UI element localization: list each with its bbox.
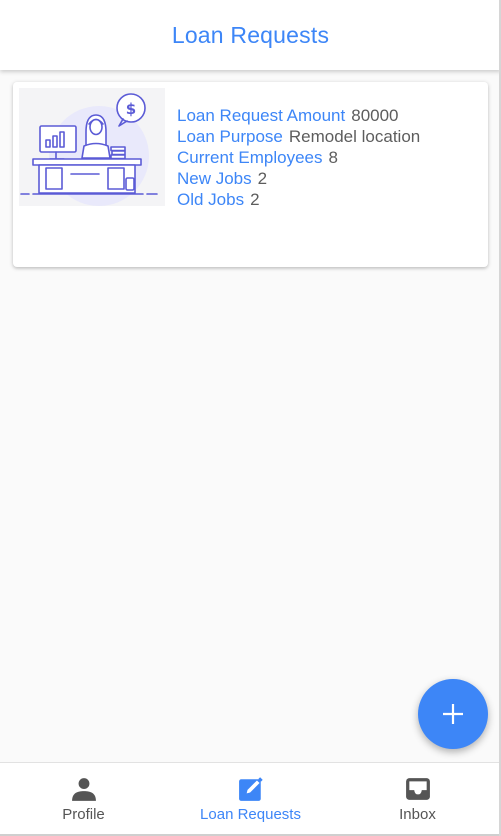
new-jobs-label: New Jobs [177, 169, 252, 188]
page-title: Loan Requests [171, 21, 330, 48]
nav-label-profile: Profile [62, 806, 105, 823]
loan-amount-label: Loan Request Amount [177, 106, 346, 125]
loan-card-image: $ [19, 88, 165, 206]
edit-icon [238, 776, 264, 802]
svg-text:$: $ [126, 100, 136, 118]
nav-label-loan-requests: Loan Requests [200, 806, 301, 823]
loan-request-card[interactable]: $ Loan Request Amount 80000 Loan Purpose… [13, 82, 488, 267]
loan-details: Loan Request Amount 80000 Loan Purpose Rem… [177, 105, 420, 210]
nav-item-profile[interactable]: Profile [0, 763, 167, 834]
nav-label-inbox: Inbox [399, 806, 436, 823]
person-icon [71, 776, 97, 802]
detail-row-new-jobs: New Jobs 2 [177, 168, 420, 189]
loan-purpose-value: Remodel location [288, 127, 421, 146]
loan-amount-value: 80000 [351, 106, 399, 125]
bottom-navigation: Profile Loan Requests Inbox [0, 762, 501, 834]
current-employees-value: 8 [328, 148, 338, 167]
current-employees-label: Current Employees [177, 148, 323, 167]
add-loan-request-button[interactable] [418, 679, 488, 749]
new-jobs-value: 2 [257, 169, 268, 188]
app-header: Loan Requests [0, 0, 501, 70]
detail-row-amount: Loan Request Amount 80000 [177, 105, 420, 126]
old-jobs-label: Old Jobs [177, 190, 245, 209]
nav-item-inbox[interactable]: Inbox [334, 763, 501, 834]
detail-row-old-jobs: Old Jobs 2 [177, 189, 420, 210]
office-desk-illustration-icon: $ [20, 93, 158, 206]
detail-row-purpose: Loan Purpose Remodel location [177, 126, 420, 147]
old-jobs-value: 2 [250, 190, 260, 209]
loan-purpose-label: Loan Purpose [177, 127, 283, 146]
plus-icon [443, 704, 463, 724]
inbox-icon [405, 776, 431, 802]
detail-row-current-employees: Current Employees 8 [177, 147, 420, 168]
nav-item-loan-requests[interactable]: Loan Requests [167, 763, 334, 834]
